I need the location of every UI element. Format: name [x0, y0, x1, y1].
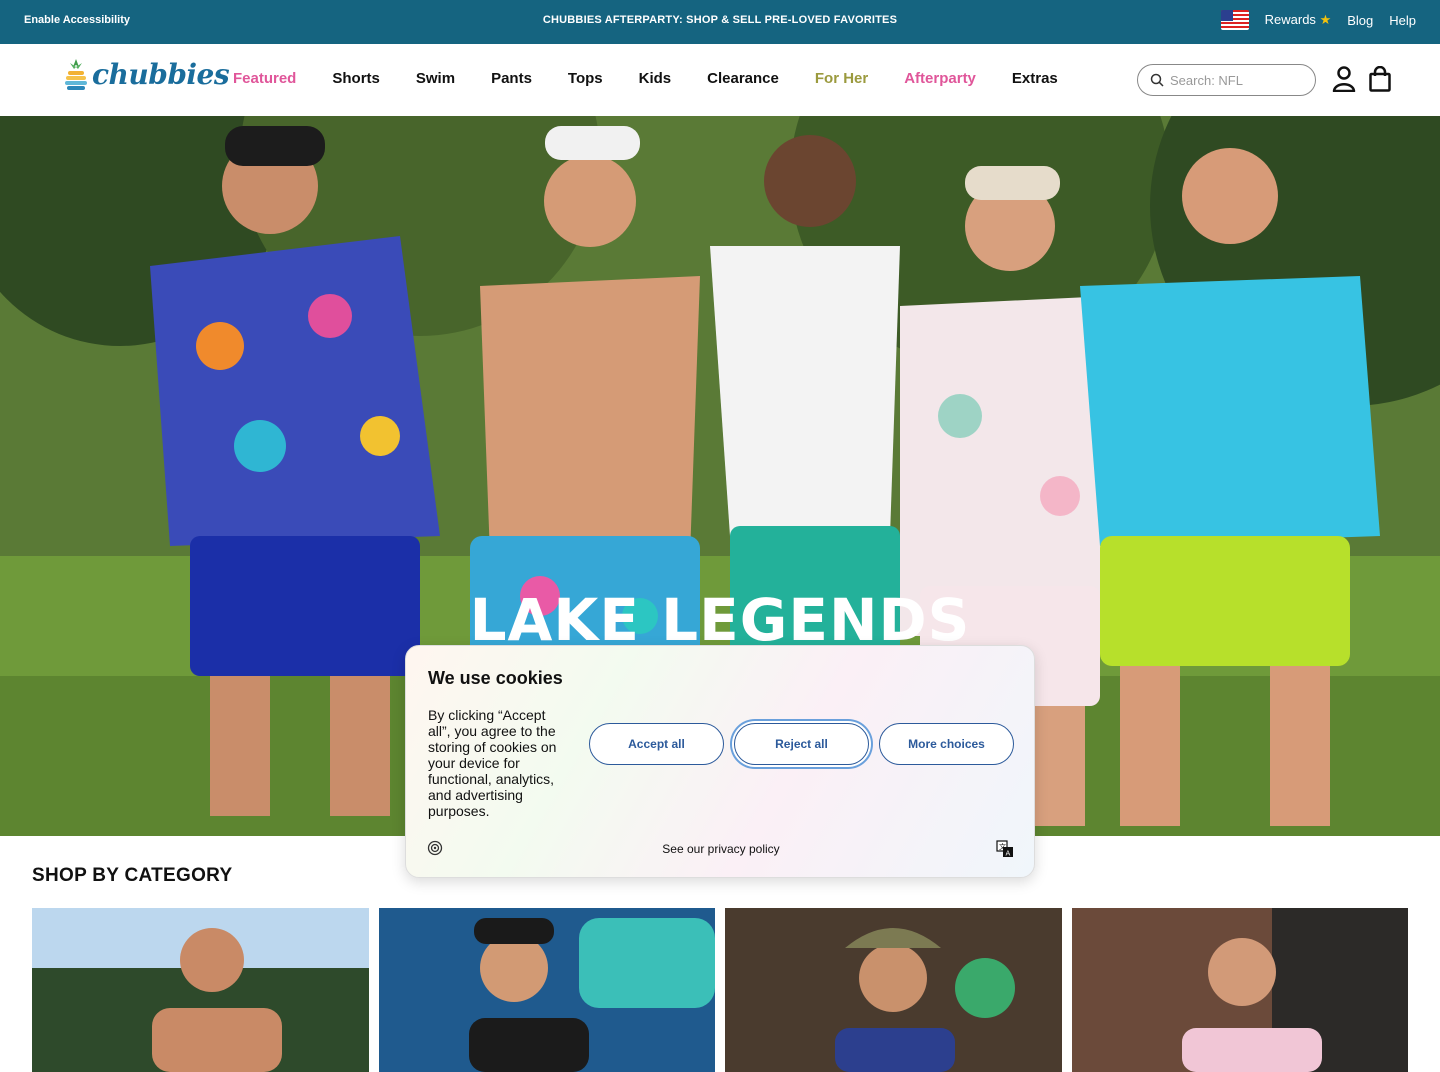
category-tile[interactable] — [1072, 908, 1408, 1072]
rewards-label: Rewards — [1264, 12, 1316, 27]
pineapple-logo-icon — [65, 58, 87, 90]
category-image — [1072, 908, 1408, 1072]
nav-swim[interactable]: Swim — [416, 70, 455, 87]
nav-extras[interactable]: Extras — [1012, 70, 1058, 87]
us-flag-icon[interactable] — [1220, 10, 1249, 30]
cookie-consent-dialog: We use cookies By clicking “Accept all”,… — [405, 645, 1035, 878]
cookie-title: We use cookies — [428, 668, 563, 688]
category-image — [725, 908, 1062, 1072]
blog-link[interactable]: Blog — [1347, 13, 1373, 28]
nav-tops[interactable]: Tops — [568, 70, 603, 87]
nav-shorts[interactable]: Shorts — [332, 70, 380, 87]
translate-icon[interactable]: 文 A — [996, 840, 1014, 858]
brand-wordmark: chubbies — [92, 58, 230, 91]
star-icon: ★ — [1319, 12, 1332, 27]
main-nav: Featured Shorts Swim Pants Tops Kids Cle… — [233, 70, 1058, 87]
nav-for-her[interactable]: For Her — [815, 70, 868, 87]
nav-afterparty[interactable]: Afterparty — [904, 70, 976, 87]
shopping-bag-icon[interactable] — [1369, 66, 1391, 92]
nav-featured[interactable]: Featured — [233, 70, 296, 87]
nav-kids[interactable]: Kids — [639, 70, 672, 87]
accept-all-button[interactable]: Accept all — [589, 723, 724, 765]
announcement-bar: Enable Accessibility CHUBBIES AFTERPARTY… — [0, 0, 1440, 44]
help-link[interactable]: Help — [1389, 13, 1416, 28]
nav-pants[interactable]: Pants — [491, 70, 532, 87]
nav-clearance[interactable]: Clearance — [707, 70, 779, 87]
category-image — [379, 908, 715, 1072]
reject-all-button[interactable]: Reject all — [734, 723, 869, 765]
more-choices-button[interactable]: More choices — [879, 723, 1014, 765]
search-box[interactable] — [1137, 64, 1316, 96]
category-tile[interactable] — [725, 908, 1062, 1072]
chubbies-logo[interactable]: chubbies — [64, 58, 230, 91]
category-image — [32, 908, 369, 1072]
search-input[interactable] — [1170, 72, 1300, 88]
privacy-policy-link[interactable]: See our privacy policy — [406, 842, 1036, 856]
hero-title: LAKE LEGENDS — [469, 586, 971, 654]
shop-by-category-heading: SHOP BY CATEGORY — [32, 865, 233, 886]
svg-text:A: A — [1006, 850, 1011, 858]
category-tile[interactable] — [379, 908, 715, 1072]
utility-links: Rewards ★ Blog Help — [1220, 10, 1416, 30]
category-tile[interactable] — [32, 908, 369, 1072]
account-icon[interactable] — [1332, 66, 1356, 92]
site-header: chubbies Featured Shorts Swim Pants Tops… — [0, 44, 1440, 116]
rewards-link[interactable]: Rewards ★ — [1265, 12, 1332, 28]
search-icon — [1150, 73, 1164, 87]
cookie-message: By clicking “Accept all”, you agree to t… — [428, 707, 557, 819]
